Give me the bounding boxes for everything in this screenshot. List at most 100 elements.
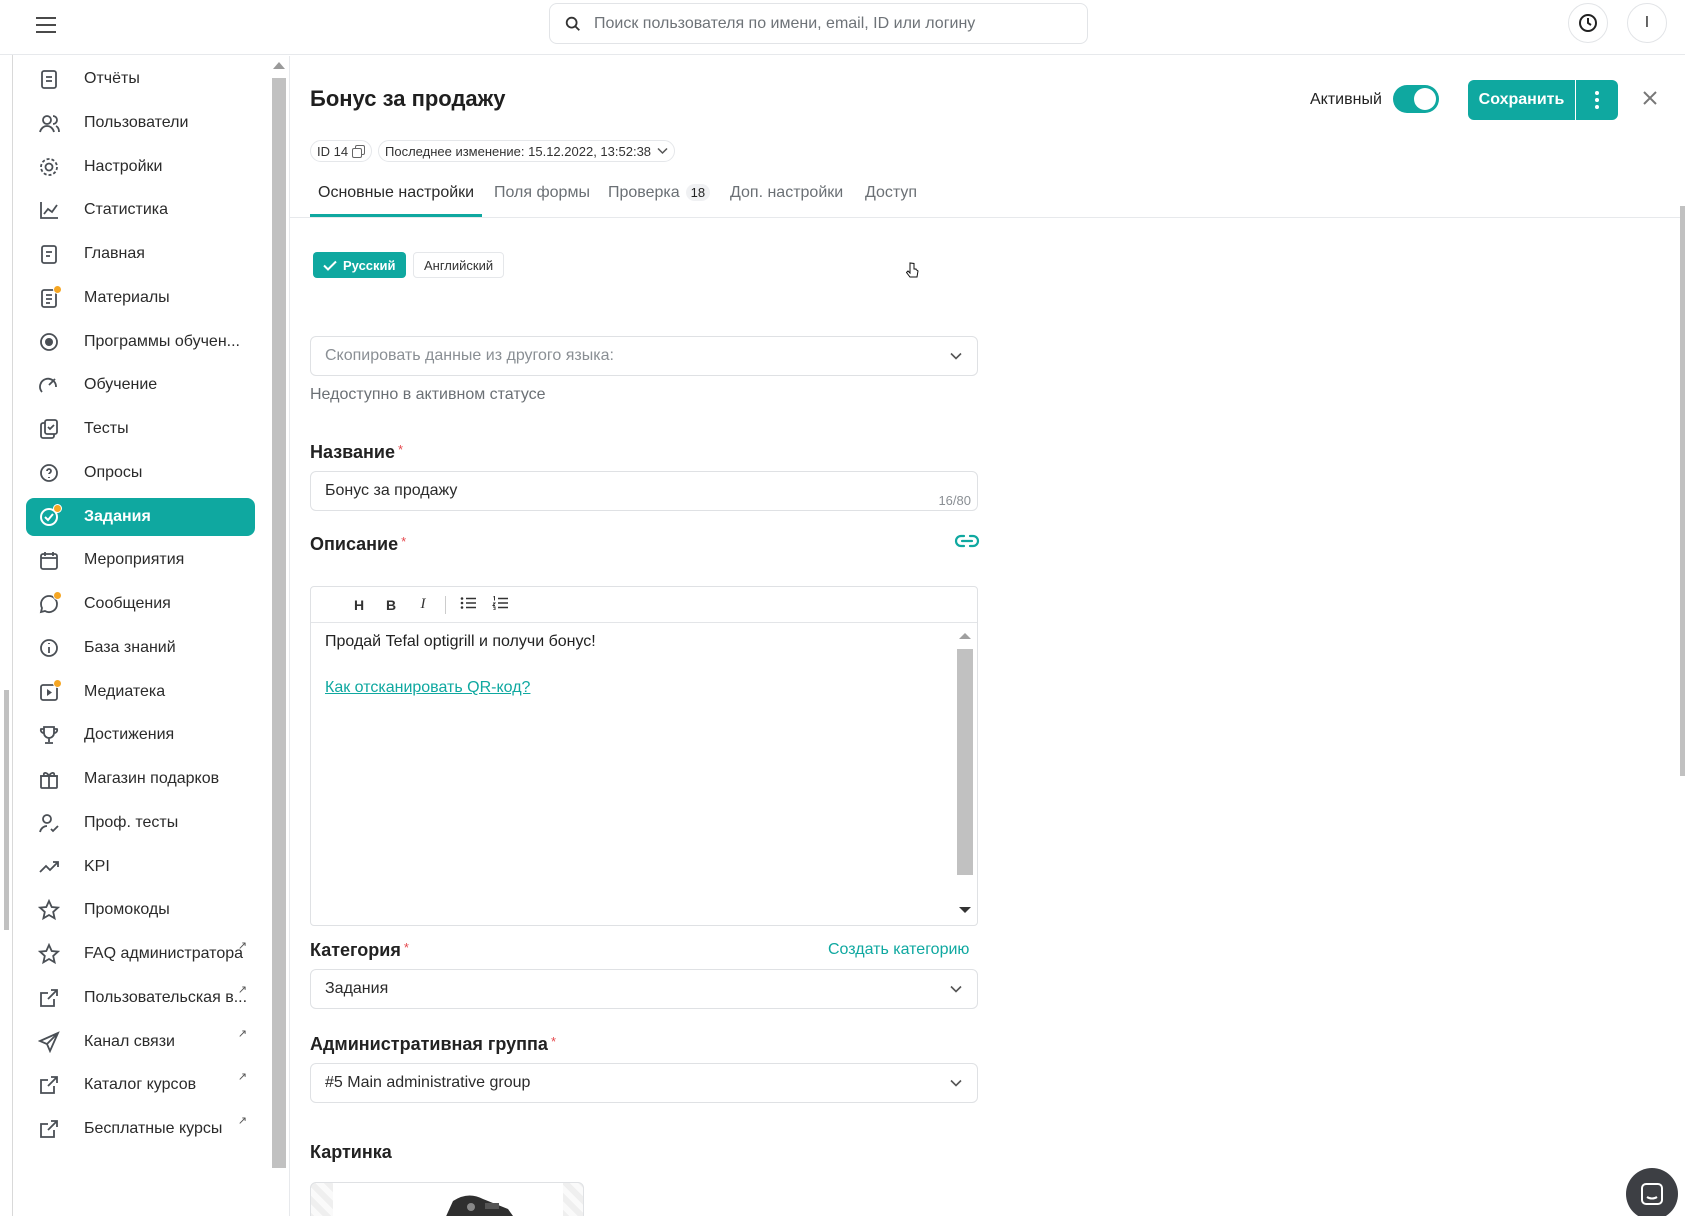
search-box[interactable] <box>549 3 1088 44</box>
sidebar-item[interactable]: Пользователи <box>26 104 255 142</box>
sidebar-item[interactable]: Мероприятия <box>26 541 255 579</box>
bullet-list-button[interactable] <box>452 596 484 613</box>
trend-icon <box>36 854 62 880</box>
copy-language-select[interactable]: Скопировать данные из другого языка: <box>310 336 978 376</box>
editor-body[interactable]: Продай Tefal optigrill и получи бонус! К… <box>311 623 977 925</box>
sidebar-item[interactable]: Тесты <box>26 410 255 448</box>
sidebar-item[interactable]: Отчёты <box>26 60 255 98</box>
bold-button[interactable]: B <box>375 597 407 613</box>
tab-main-settings[interactable]: Основные настройки <box>318 184 474 202</box>
sidebar-item[interactable]: Опросы <box>26 454 255 492</box>
admin-group-select[interactable]: #5 Main administrative group <box>310 1063 978 1103</box>
heading-button[interactable]: H <box>343 597 375 613</box>
menu-icon[interactable] <box>36 14 60 34</box>
tab-extra-settings[interactable]: Доп. настройки <box>730 184 843 202</box>
sidebar-item[interactable]: Пользовательская в... ↗ <box>26 979 255 1017</box>
messages-icon <box>36 591 62 617</box>
lang-russian[interactable]: Русский <box>313 252 406 278</box>
sidebar-item-label: База знаний <box>84 638 176 656</box>
description-editor[interactable]: H B I Продай Tefal optigrill и получи бо… <box>310 586 978 926</box>
admin-group-value: #5 Main administrative group <box>325 1074 531 1091</box>
left-scrollbar[interactable] <box>4 690 9 930</box>
sidebar-item[interactable]: Промокоды <box>26 891 255 929</box>
sidebar-item[interactable]: Задания <box>26 497 255 536</box>
image-preview[interactable] <box>310 1182 584 1216</box>
sidebar-item-label: Обучение <box>84 376 158 394</box>
sidebar-item[interactable]: Медиатека <box>26 673 255 711</box>
copy-icon[interactable] <box>352 144 366 158</box>
category-select[interactable]: Задания <box>310 969 978 1009</box>
history-button[interactable] <box>1568 3 1608 43</box>
sidebar-item[interactable]: Настройки <box>26 148 255 186</box>
name-input[interactable]: Бонус за продажу 16/80 <box>310 471 978 511</box>
tests-icon <box>36 416 62 442</box>
sidebar-scroll-thumb[interactable] <box>272 78 286 1168</box>
copy-language-placeholder: Скопировать данные из другого языка: <box>325 347 614 364</box>
kebab-icon <box>1595 91 1599 109</box>
sidebar-item[interactable]: Статистика <box>26 191 255 229</box>
sidebar-item[interactable]: Магазин подарков <box>26 760 255 798</box>
sidebar-item[interactable]: Сообщения <box>26 585 255 623</box>
name-char-counter: 16/80 <box>938 493 971 508</box>
toolbar-divider <box>445 595 446 614</box>
lang-english[interactable]: Английский <box>413 252 505 278</box>
numbered-list-button[interactable] <box>484 595 516 613</box>
create-category-link[interactable]: Создать категорию <box>828 941 969 959</box>
sidebar-item[interactable]: Главная <box>26 235 255 273</box>
editor-scrollbar[interactable] <box>955 623 975 923</box>
learning-icon <box>36 372 62 398</box>
scroll-up-arrow[interactable] <box>273 62 285 69</box>
search-input[interactable] <box>594 14 1074 33</box>
save-button[interactable]: Сохранить <box>1468 80 1575 120</box>
qr-help-link[interactable]: Как отсканировать QR-код? <box>325 679 530 697</box>
sidebar-item-label: Каталог курсов <box>84 1076 197 1094</box>
sidebar-item-label: Тесты <box>84 420 129 437</box>
external-link-icon <box>36 985 62 1011</box>
external-arrow-icon: ↗ <box>237 1115 247 1127</box>
users-icon <box>36 110 62 136</box>
italic-button[interactable]: I <box>407 596 439 613</box>
more-options-button[interactable] <box>1576 80 1618 120</box>
sidebar-item[interactable]: KPI <box>26 848 255 886</box>
main-scrollbar[interactable] <box>1680 206 1685 776</box>
sidebar-item[interactable]: База знаний <box>26 629 255 667</box>
send-icon <box>36 1029 62 1055</box>
sidebar-item-label: Мероприятия <box>84 551 185 569</box>
bullet-list-icon <box>460 597 476 609</box>
tab-review[interactable]: Проверка 18 <box>608 184 711 202</box>
close-button[interactable] <box>1638 86 1662 110</box>
chat-button[interactable] <box>1626 1168 1678 1216</box>
sidebar-scrollbar[interactable] <box>268 56 289 1216</box>
active-toggle[interactable] <box>1393 85 1439 113</box>
link-icon[interactable] <box>954 532 980 555</box>
scroll-down-arrow[interactable] <box>959 907 971 913</box>
home-icon <box>36 241 62 267</box>
avatar[interactable]: I <box>1627 3 1667 43</box>
admin-group-field-label: Административная группа * <box>310 1034 556 1055</box>
sidebar-item[interactable]: Программы обучен... <box>26 323 255 361</box>
external-link-icon <box>36 1072 62 1098</box>
id-chip[interactable]: ID 14 <box>310 140 373 162</box>
last-change-chip[interactable]: Последнее изменение: 15.12.2022, 13:52:3… <box>378 140 676 162</box>
editor-scroll-thumb[interactable] <box>957 649 973 875</box>
category-field-label: Категория * <box>310 940 409 961</box>
star-icon <box>36 897 62 923</box>
tab-form-fields[interactable]: Поля формы <box>494 184 590 202</box>
chart-line-icon <box>36 197 62 223</box>
programs-icon <box>36 329 62 355</box>
tab-access[interactable]: Доступ <box>865 184 917 202</box>
gift-icon <box>36 766 62 792</box>
sidebar-item[interactable]: Проф. тесты <box>26 804 255 842</box>
sidebar-item[interactable]: Канал связи ↗ <box>26 1023 255 1061</box>
scroll-up-arrow[interactable] <box>959 633 971 639</box>
description-label-text: Описание <box>310 534 399 554</box>
sidebar-item[interactable]: Каталог курсов ↗ <box>26 1066 255 1104</box>
user-check-icon <box>36 810 62 836</box>
sidebar-item[interactable]: FAQ администратора ↗ <box>26 935 255 973</box>
sidebar-item[interactable]: Материалы <box>26 279 255 317</box>
sidebar-item[interactable]: Достижения <box>26 716 255 754</box>
external-arrow-icon: ↗ <box>237 1027 247 1040</box>
product-image <box>333 1183 563 1216</box>
sidebar-item[interactable]: Обучение <box>26 366 255 404</box>
sidebar-item[interactable]: Бесплатные курсы ↗ <box>26 1110 255 1148</box>
